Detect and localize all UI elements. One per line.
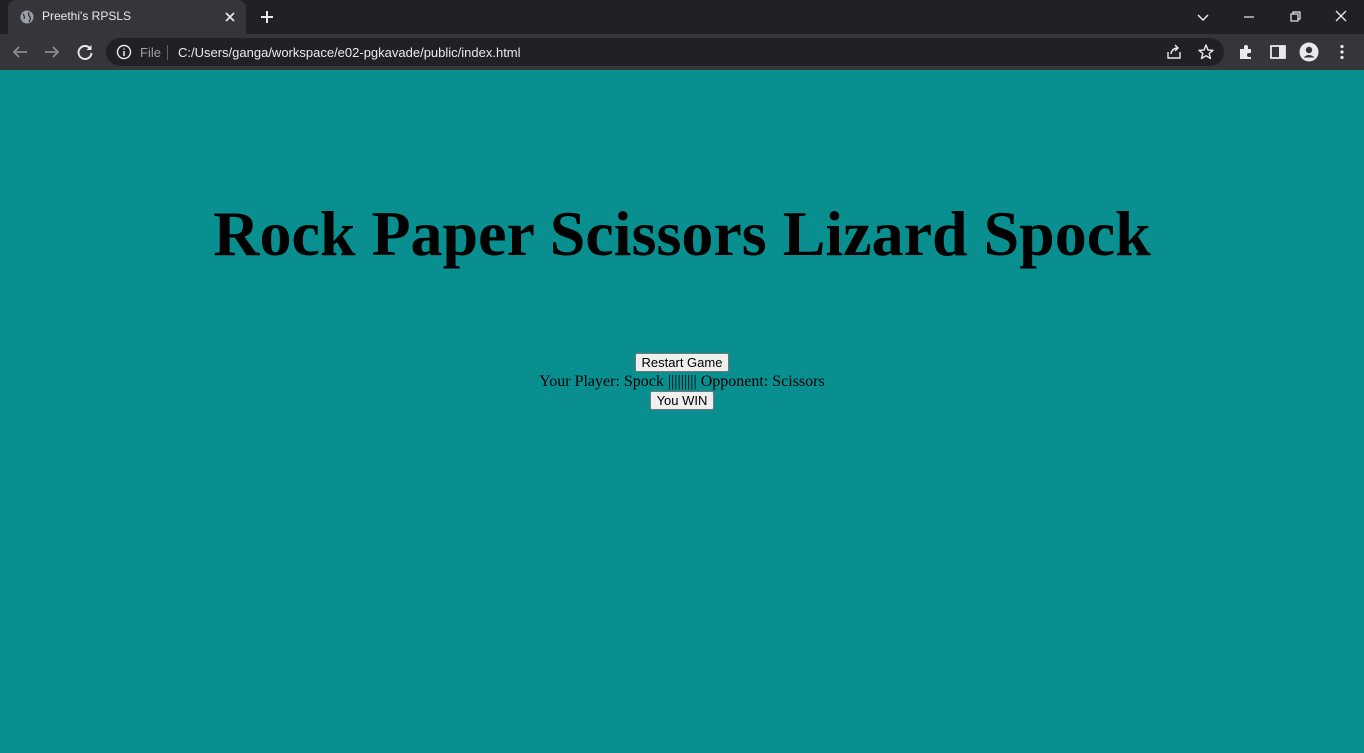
tab-search-icon[interactable]	[1192, 6, 1214, 28]
globe-icon	[20, 10, 34, 24]
restore-icon[interactable]	[1284, 6, 1306, 28]
address-divider	[167, 45, 168, 60]
new-tab-icon[interactable]	[258, 8, 276, 26]
browser-chrome: Preethi's RPSLS File C:/Users/ganga/work…	[0, 0, 1364, 70]
side-panel-icon[interactable]	[1268, 42, 1288, 62]
forward-icon[interactable]	[41, 41, 63, 63]
info-icon[interactable]	[116, 44, 132, 60]
close-tab-icon[interactable]	[222, 9, 238, 25]
reload-icon[interactable]	[74, 41, 96, 63]
menu-kebab-icon[interactable]	[1332, 42, 1352, 62]
profile-icon[interactable]	[1299, 42, 1319, 62]
close-window-icon[interactable]	[1330, 6, 1352, 28]
address-url[interactable]: C:/Users/ganga/workspace/e02-pgkavade/pu…	[178, 45, 521, 60]
minimize-icon[interactable]	[1238, 6, 1260, 28]
result-text: Your Player: Spock ||||||||| Opponent: S…	[539, 373, 825, 390]
outcome-button[interactable]: You WIN	[649, 391, 715, 410]
game-controls: Restart Game Your Player: Spock ||||||||…	[0, 353, 1364, 410]
tab-strip: Preethi's RPSLS	[0, 0, 1364, 34]
page-title: Rock Paper Scissors Lizard Spock	[213, 198, 1151, 269]
bookmark-star-icon[interactable]	[1197, 43, 1215, 61]
address-bar[interactable]: File C:/Users/ganga/workspace/e02-pgkava…	[106, 38, 1224, 66]
back-icon[interactable]	[9, 41, 31, 63]
tab-active[interactable]: Preethi's RPSLS	[8, 0, 246, 34]
share-icon[interactable]	[1165, 43, 1183, 61]
address-scheme: File	[140, 45, 161, 60]
extensions-icon[interactable]	[1236, 42, 1256, 62]
toolbar: File C:/Users/ganga/workspace/e02-pgkava…	[0, 34, 1364, 70]
restart-game-button[interactable]: Restart Game	[634, 353, 730, 372]
page-content: Rock Paper Scissors Lizard Spock Restart…	[0, 70, 1364, 753]
tab-title: Preethi's RPSLS	[42, 9, 131, 23]
